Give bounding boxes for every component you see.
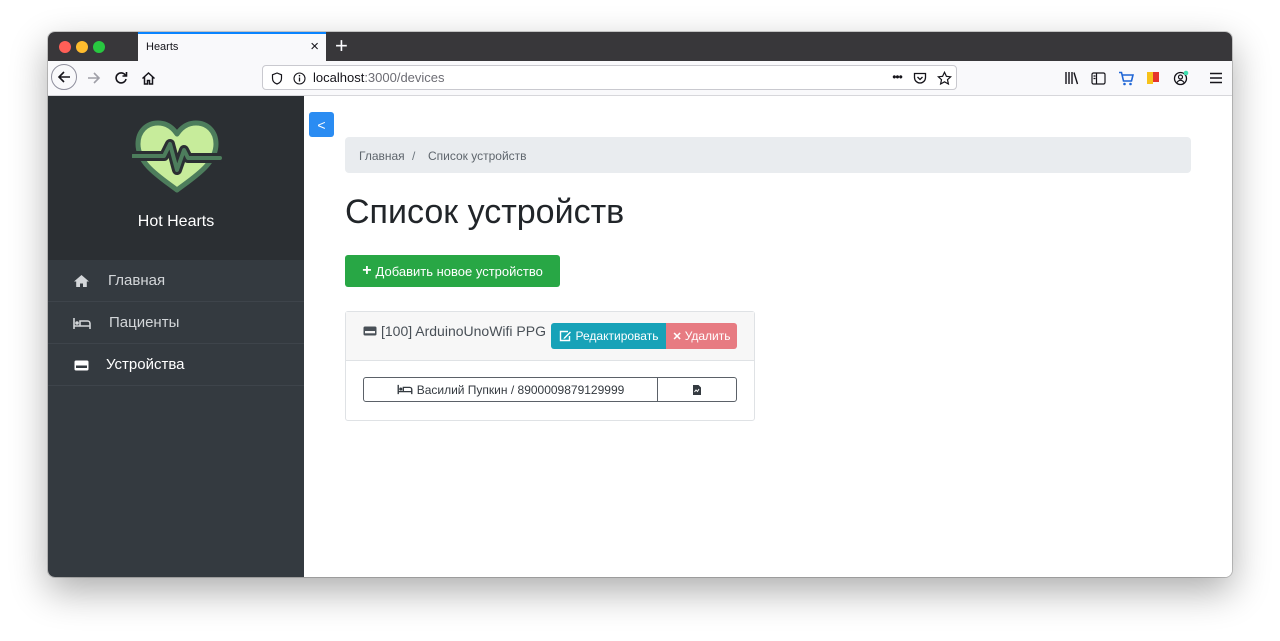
sidebar-item-patients[interactable]: Пациенты <box>48 302 304 344</box>
plus-icon: + <box>362 262 372 279</box>
device-icon <box>72 356 90 374</box>
tab-title: Hearts <box>146 41 179 53</box>
home-icon <box>72 272 90 290</box>
record-file-button[interactable] <box>657 377 737 402</box>
account-icon[interactable] <box>1170 67 1192 89</box>
breadcrumb-home-link[interactable]: Главная <box>359 149 405 163</box>
add-device-button[interactable]: + Добавить новое устройство <box>345 255 560 287</box>
url-path: :3000/devices <box>364 70 445 85</box>
delete-device-button[interactable]: ✕ Удалить <box>666 323 737 349</box>
sidebar-item-label: Пациенты <box>109 314 180 331</box>
bed-icon <box>397 384 413 395</box>
patient-label: Василий Пупкин / 8900009879129999 <box>416 382 625 397</box>
sidebar-header: Hot Hearts <box>48 96 304 260</box>
pocket-icon[interactable] <box>912 70 928 86</box>
arrow-right-icon <box>88 72 101 84</box>
tab-close-icon[interactable]: × <box>310 38 319 56</box>
home-button[interactable] <box>138 68 158 88</box>
bookmark-star-icon[interactable] <box>936 70 952 86</box>
url-host: localhost <box>313 70 365 85</box>
file-chart-icon <box>693 384 701 395</box>
cart-icon[interactable] <box>1115 67 1137 89</box>
device-card: [100] ArduinoUnoWifi PPG Редактировать ✕… <box>345 311 755 421</box>
edit-device-button[interactable]: Редактировать <box>551 323 666 349</box>
back-button[interactable] <box>51 64 77 90</box>
arrow-left-icon <box>57 71 70 83</box>
new-tab-button[interactable]: + <box>335 34 348 58</box>
shield-icon[interactable] <box>269 70 285 86</box>
home-icon <box>141 71 155 85</box>
device-label: [100] ArduinoUnoWifi PPG <box>381 323 546 339</box>
close-window-button[interactable] <box>59 41 71 53</box>
minimize-window-button[interactable] <box>76 41 88 53</box>
device-icon <box>363 326 377 336</box>
close-icon: ✕ <box>672 330 682 343</box>
edit-icon <box>559 330 571 342</box>
device-card-header: [100] ArduinoUnoWifi PPG Редактировать ✕… <box>346 312 754 361</box>
tab-bar: Hearts × + <box>48 32 1232 61</box>
browser-window: Hearts × + localhost:3000/devices ••• Ho… <box>48 32 1232 577</box>
patient-link-button[interactable]: Василий Пупкин / 8900009879129999 <box>363 377 658 402</box>
browser-tab[interactable]: Hearts × <box>138 32 326 61</box>
breadcrumb: Главная / Список устройств <box>345 137 1191 173</box>
reload-icon <box>115 72 128 84</box>
maximize-window-button[interactable] <box>93 41 105 53</box>
brand-name: Hot Hearts <box>137 213 215 230</box>
forward-button[interactable] <box>84 68 104 88</box>
edit-label: Редактировать <box>575 329 659 343</box>
heart-logo-icon <box>132 120 222 193</box>
device-title: [100] ArduinoUnoWifi PPG <box>363 323 546 339</box>
page-title: Список устройств <box>345 193 625 231</box>
sidebar-toggle-icon[interactable] <box>1087 67 1109 89</box>
info-icon[interactable] <box>291 70 307 86</box>
bed-icon <box>73 314 91 332</box>
sidebar-item-label: Устройства <box>106 356 185 373</box>
sidebar-item-home[interactable]: Главная <box>48 260 304 302</box>
sidebar-item-devices[interactable]: Устройства <box>48 344 304 386</box>
sidebar-item-label: Главная <box>108 272 166 289</box>
add-device-label: Добавить новое устройство <box>375 263 543 279</box>
breadcrumb-current: Список устройств <box>428 149 527 163</box>
sidebar-collapse-button[interactable]: < <box>309 112 334 137</box>
url-bar[interactable]: localhost:3000/devices ••• <box>262 65 957 90</box>
reload-button[interactable] <box>111 68 131 88</box>
page-content: Hot Hearts Главная Пациенты Устройства <… <box>48 96 1232 577</box>
menu-icon[interactable] <box>1205 67 1227 89</box>
library-icon[interactable] <box>1060 67 1082 89</box>
delete-label: Удалить <box>684 329 731 343</box>
extension-flag-icon[interactable] <box>1142 67 1164 89</box>
breadcrumb-separator: / <box>412 149 416 163</box>
url-text[interactable]: localhost:3000/devices <box>313 70 445 85</box>
page-actions-icon[interactable]: ••• <box>887 68 907 86</box>
navigation-bar: localhost:3000/devices ••• <box>48 61 1232 96</box>
sidebar: Hot Hearts Главная Пациенты Устройства <box>48 96 304 577</box>
